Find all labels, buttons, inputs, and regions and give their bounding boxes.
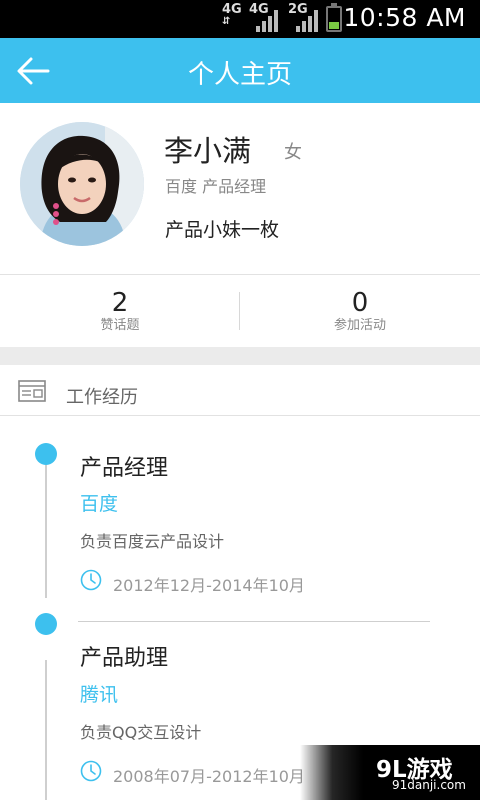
avatar[interactable] bbox=[20, 122, 144, 246]
job-description: 负责QQ交互设计 bbox=[80, 723, 202, 742]
stat-activities[interactable]: 0 参加活动 bbox=[240, 288, 480, 334]
stat-likes[interactable]: 2 赞话题 bbox=[0, 288, 240, 334]
app-bar: 个人主页 bbox=[0, 38, 480, 103]
job-company[interactable]: 百度 bbox=[80, 489, 118, 516]
work-history-header: 工作经历 bbox=[0, 366, 480, 416]
timeline-line bbox=[45, 465, 47, 598]
status-bar: 4G ⇵ 4G 2G 10:58 AM bbox=[0, 0, 480, 38]
network-type-2: 4G bbox=[249, 2, 269, 17]
job-company[interactable]: 腾讯 bbox=[80, 680, 118, 707]
battery-level bbox=[329, 22, 339, 29]
page-title: 个人主页 bbox=[187, 60, 292, 90]
stat-likes-value: 2 bbox=[111, 288, 129, 318]
resume-card-icon bbox=[18, 380, 46, 402]
timeline-line bbox=[45, 660, 47, 800]
job-period: 2008年07月-2012年10月 bbox=[113, 767, 305, 786]
user-gender: 女 bbox=[284, 142, 302, 163]
clock-icon bbox=[80, 569, 102, 591]
profile-card: 李小满 女 百度 产品经理 产品小妹一枚 bbox=[0, 103, 480, 275]
experience-divider bbox=[78, 621, 430, 622]
section-title: 工作经历 bbox=[66, 387, 138, 408]
job-description: 负责百度云产品设计 bbox=[80, 532, 225, 551]
job-period: 2012年12月-2014年10月 bbox=[113, 576, 305, 595]
user-name: 李小满 bbox=[164, 134, 252, 168]
stat-activities-value: 0 bbox=[351, 288, 369, 318]
job-title: 产品助理 bbox=[80, 646, 169, 671]
user-company-role: 百度 产品经理 bbox=[165, 177, 267, 196]
watermark-url: 91danji.com bbox=[392, 778, 466, 792]
stat-activities-label: 参加活动 bbox=[333, 318, 386, 333]
site-watermark: 9L游戏 91danji.com bbox=[300, 745, 480, 800]
signal-icon bbox=[296, 8, 318, 32]
clock-icon bbox=[80, 760, 102, 782]
avatar-photo bbox=[20, 122, 144, 246]
timeline-dot bbox=[35, 443, 57, 465]
job-title: 产品经理 bbox=[80, 456, 169, 481]
stat-likes-label: 赞话题 bbox=[100, 318, 140, 333]
stats-bar: 2 赞话题 0 参加活动 bbox=[0, 276, 480, 346]
status-time: 10:58 AM bbox=[343, 3, 466, 32]
section-separator bbox=[0, 347, 480, 365]
user-bio: 产品小妹一枚 bbox=[165, 219, 280, 241]
battery-icon bbox=[326, 3, 342, 32]
timeline-dot bbox=[35, 613, 57, 635]
network-type-1: 4G ⇵ bbox=[222, 2, 242, 27]
